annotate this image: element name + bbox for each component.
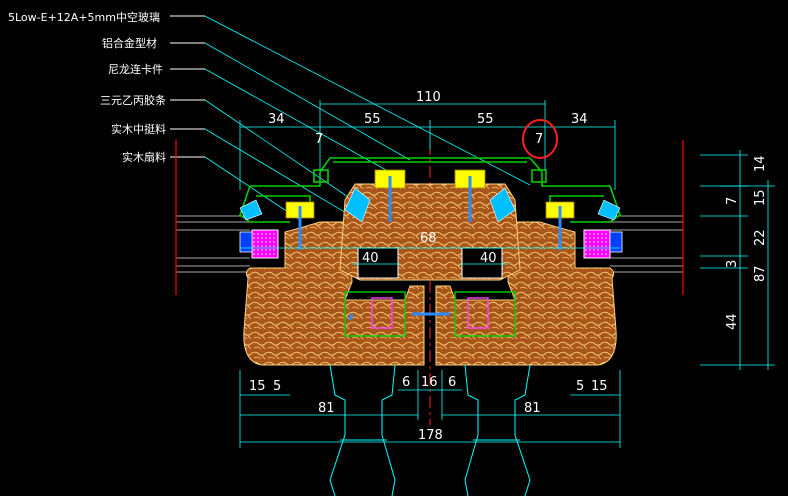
- dim-right-55: 55: [477, 112, 494, 127]
- dim-mid-16: 16: [421, 375, 438, 390]
- dim-110: 110: [416, 90, 441, 105]
- dim-15: 15: [753, 189, 768, 206]
- bottom-profile-left: [329, 364, 396, 496]
- glass-left: [176, 215, 250, 273]
- dim-178: 178: [418, 428, 443, 443]
- cad-drawing-canvas: 5Low-E+12A+5mm中空玻璃 铝合金型材 尼龙连卡件 三元乙丙胶条 实木…: [8, 10, 775, 496]
- dim-right-5: 5: [576, 379, 584, 394]
- dim-68: 68: [420, 231, 437, 246]
- dim-left-55: 55: [364, 112, 381, 127]
- label-nylon-text: 尼龙连卡件: [108, 63, 163, 76]
- dim-right-34: 34: [571, 112, 588, 127]
- dim-3: 3: [725, 260, 740, 268]
- dim-left-34: 34: [268, 112, 285, 127]
- label-epdm-text: 三元乙丙胶条: [100, 93, 166, 107]
- dim-44: 44: [725, 313, 740, 330]
- bottom-profile-right: [464, 364, 531, 496]
- dim-v-7: 7: [725, 197, 740, 205]
- dim-right-7: 7: [535, 132, 543, 147]
- label-glass-text: 5Low-E+12A+5mm中空玻璃: [8, 10, 160, 24]
- dim-87: 87: [753, 265, 768, 282]
- dim-left-40: 40: [362, 251, 379, 266]
- dim-14: 14: [753, 155, 768, 172]
- label-aluminum-text: 铝合金型材: [102, 36, 157, 50]
- label-mullion-text: 实木中挺料: [111, 122, 166, 136]
- label-epdm-strip: 三元乙丙胶条: [100, 93, 361, 206]
- dim-right-15: 15: [591, 379, 608, 394]
- dim-mid-6a: 6: [402, 375, 410, 390]
- dim-left-81: 81: [318, 401, 335, 416]
- dim-left-7: 7: [315, 132, 323, 147]
- label-wood-sash: 实木扇料: [122, 150, 301, 221]
- dim-mid-6b: 6: [448, 375, 456, 390]
- gasket-right: [583, 229, 623, 259]
- dim-left-15: 15: [249, 379, 266, 394]
- dim-right-40: 40: [480, 251, 497, 266]
- label-sash-text: 实木扇料: [122, 150, 166, 164]
- dim-left-5: 5: [273, 379, 281, 394]
- dim-right-81: 81: [524, 401, 541, 416]
- dim-22: 22: [753, 229, 768, 246]
- gasket-left: [239, 229, 279, 259]
